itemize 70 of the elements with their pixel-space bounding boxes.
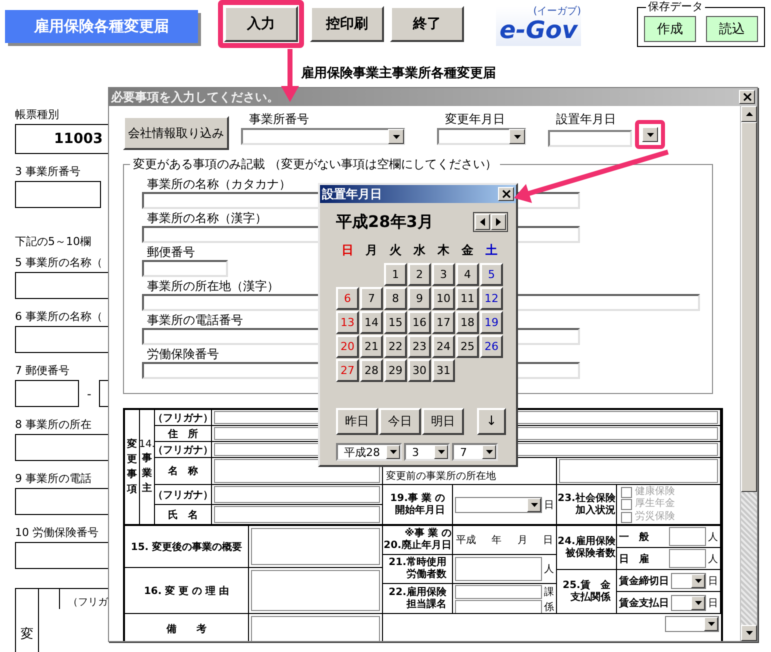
field-label: 事業所の所在地（漢字） (147, 279, 279, 294)
group-title: 保存データ (646, 0, 705, 13)
table-cell-text: 賃金締切日 (619, 574, 669, 588)
weekday-label: 日 (340, 242, 354, 259)
weekday-label: 月 (364, 242, 378, 259)
table-cell-text: 16. 変 更 の 理 由 (144, 584, 230, 598)
weekday-label: 金 (460, 242, 474, 259)
field-label: 3 事業所番号 (15, 165, 80, 179)
table-cell-text: 年 (492, 534, 502, 547)
table-cell: 22.雇用保険 担当課名 (388, 586, 446, 610)
table-cell-text: 月 (517, 534, 528, 547)
table-cell-text: 住 所 (168, 428, 198, 440)
field-label: 7 郵便番号 (15, 364, 70, 378)
table-cell-text: 氏 名 (168, 508, 198, 522)
field-label: 事業所の名称（カタカナ） (147, 177, 291, 192)
table-cell: ※事 業 の 20.廃止年月日 (384, 528, 452, 552)
table-cell-text: 係 (544, 601, 554, 613)
table-cell-text: 15. 変更後の事業の概要 (130, 540, 242, 554)
table-cell: 25.賃 金 支払関係 (562, 580, 610, 604)
field-label: 労働保険番号 (147, 347, 219, 362)
table-cell-text: 日 (542, 534, 553, 547)
dialog-title: 必要事項を入力してください。 (111, 88, 279, 106)
table-cell: 21.常時使用 労働者数 (388, 557, 446, 581)
field-label: 事業所の名称（漢字） (147, 211, 267, 226)
table-cell-text: 課 (544, 586, 554, 599)
table-cell-text: 名 称 (168, 464, 198, 478)
field-label: 帳票種別 (15, 108, 59, 122)
table-cell: 23.社会保険 加入状況 (558, 492, 616, 516)
logo: (イーガブ) e-Gov (496, 6, 581, 46)
field-label: 9 事業所の電話 (15, 472, 92, 486)
table-cell: 14. (140, 438, 154, 450)
field-label: 下記の5～10欄 (15, 235, 91, 249)
form-heading: 雇用保険事業主事業所各種変更届 (301, 66, 497, 82)
table-cell-text: 変更前の事業所の所在地 (386, 470, 496, 483)
weekday-label: 土 (484, 242, 498, 259)
table-cell-text: 平成 (456, 534, 476, 547)
table-cell-text: 事業主 (142, 452, 152, 496)
field-label: 10 労働保険番号 (15, 526, 98, 540)
table-cell: 変 (16, 589, 39, 652)
table-cell: 19.事 業 の 開始年月日 (390, 492, 445, 516)
table-cell-text: 賃金支払日 (619, 596, 669, 610)
table-cell-text: 日 雇 (619, 552, 650, 566)
table-cell-text: 備 考 (166, 622, 206, 636)
table-cell-text: 人 (708, 552, 718, 566)
table-cell-text: （フリガナ） (155, 488, 211, 502)
field-label: 変更年月日 (445, 112, 506, 126)
weekday-label: 水 (412, 242, 426, 259)
field-label: 事業所の電話番号 (147, 313, 243, 328)
field-label: 郵便番号 (147, 245, 195, 260)
table-cell: 24.雇用保険 被保険者数 (558, 536, 616, 560)
separator-text: - (87, 386, 92, 400)
table-cell-text: （フリガナ） (155, 444, 211, 456)
table-cell-text: 日 (708, 596, 718, 610)
calendar-title: 設置年月日 (322, 186, 382, 202)
table-cell-text: 一 般 (619, 530, 650, 544)
field-label: 5 事業所の名称（ (15, 256, 102, 270)
table-cell-text: 日 (544, 498, 554, 512)
table-cell-text: 日 (708, 574, 718, 588)
weekday-label: 木 (436, 242, 450, 259)
table-cell: 変更事項 (127, 437, 137, 497)
field-label: 8 事業所の所在 (15, 418, 92, 432)
table-cell-text: （フリガナ） (155, 412, 211, 424)
month-label: 平成28年3月 (336, 212, 434, 232)
field-label: 6 事業所の名称（ (15, 310, 102, 324)
group-title: 変更がある事項のみ記載 （変更がない事項は空欄にしてください） (130, 157, 500, 171)
field-label: 事業所番号 (249, 112, 310, 126)
table-cell-text: 人 (544, 563, 554, 576)
weekday-label: 火 (388, 242, 402, 259)
field-label: 設置年月日 (556, 112, 617, 126)
table-cell-text: 人 (708, 530, 718, 544)
